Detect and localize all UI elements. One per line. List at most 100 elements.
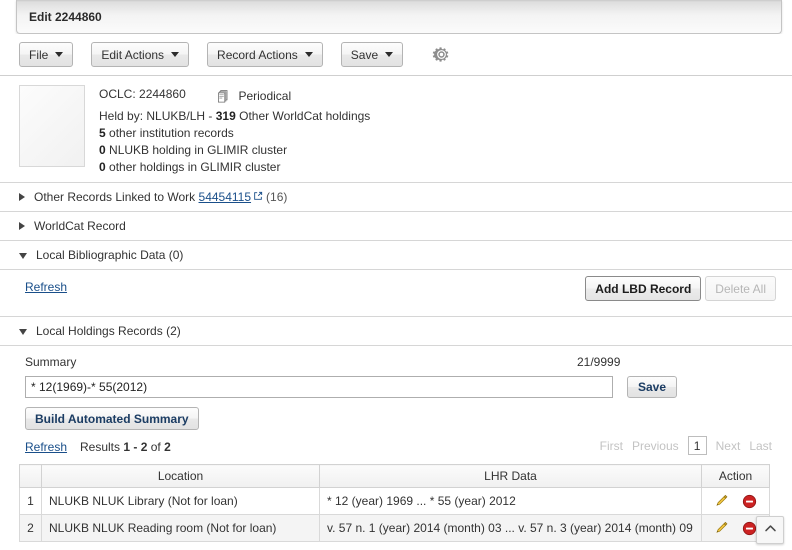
held-by-label: Held by: [99,109,144,123]
row-location: NLUKB NLUK Library (Not for loan) [41,487,320,515]
lbd-refresh-link[interactable]: Refresh [25,280,67,294]
results-middle: of [150,440,161,454]
linked-work-count: (16) [266,190,288,204]
save-menu-label: Save [350,47,379,62]
local-holdings-body: Summary 21/9999 Save Build Automated Sum… [0,353,792,542]
pencil-icon[interactable] [714,493,730,509]
summary-input[interactable] [25,376,613,398]
oclc-line: OCLC: 2244860 Periodical [99,86,370,108]
pagination-next: Next [715,438,741,453]
main-toolbar: File Edit Actions Record Actions Save [0,34,792,76]
column-header-action: Action [701,464,770,488]
row-lhr-data: v. 57 n. 1 (year) 2014 (month) 03 ... v.… [319,514,702,542]
other-institution-count: 5 [99,126,106,140]
summary-header-row: Summary 21/9999 [19,353,776,375]
row-location: NLUKB NLUK Reading room (Not for loan) [41,514,320,542]
chevron-down-icon [171,52,180,57]
oclc-label: OCLC: [99,87,136,101]
edit-actions-menu-button[interactable]: Edit Actions [91,42,190,67]
chevron-up-icon [763,521,778,539]
results-refresh-link[interactable]: Refresh [25,440,67,454]
pagination-previous: Previous [631,438,679,453]
row-lhr-data: * 12 (year) 1969 ... * 55 (year) 2012 [319,487,702,515]
table-row[interactable]: 2 NLUKB NLUK Reading room (Not for loan)… [19,514,770,542]
add-lbd-record-button[interactable]: Add LBD Record [585,276,702,301]
section-local-holdings-records[interactable]: Local Holdings Records (2) [0,317,792,346]
chevron-down-icon [385,52,394,57]
summary-label: Summary [25,355,77,369]
summary-character-counter: 21/9999 [577,355,621,369]
column-header-lhr-data: LHR Data [319,464,702,488]
material-type: Periodical [217,88,291,108]
window-tabstrip: Edit 2244860 [0,0,792,34]
row-number: 1 [19,487,42,515]
glimir-nlukb-count: 0 [99,143,106,157]
save-menu-button[interactable]: Save [340,42,404,67]
tab-edit-record[interactable]: Edit 2244860 [16,0,782,34]
glimir-other-text: other holdings in GLIMIR cluster [109,160,281,174]
file-menu-label: File [29,47,49,62]
section-label-local-bib-data: Local Bibliographic Data (0) [36,248,184,262]
results-range: 1 - 2 [123,440,148,454]
chevron-down-icon [19,329,27,335]
other-holdings-count: 319 [215,109,236,123]
lbd-action-buttons: Add LBD Record Delete All [585,276,776,301]
pagination: First Previous 1 Next Last [600,436,772,455]
summary-input-row: Save [19,375,776,399]
delete-circle-icon[interactable] [742,521,757,536]
glimir-nlukb-text: NLUKB holding in GLIMIR cluster [109,143,288,157]
save-summary-button[interactable]: Save [627,376,678,398]
periodical-icon [217,90,234,106]
local-holdings-table: Location LHR Data Action 1 NLUKB NLUK Li… [19,464,770,542]
local-bib-data-body: Refresh Add LBD Record Delete All [0,270,792,317]
chevron-down-icon [55,52,64,57]
gear-icon[interactable] [430,44,452,66]
record-actions-label: Record Actions [217,47,298,62]
column-header-rownum [19,464,42,488]
section-other-records-linked-to-work[interactable]: Other Records Linked to Work 54454115 (1… [0,183,792,212]
build-automated-summary-button[interactable]: Build Automated Summary [25,407,199,430]
chevron-right-icon [19,193,25,201]
held-by-value: NLUKB/LH - [146,109,213,123]
other-holdings-text: Other WorldCat holdings [239,109,371,123]
chevron-right-icon [19,222,25,230]
scroll-to-top-button[interactable] [756,516,784,544]
build-summary-row: Build Automated Summary [25,407,776,430]
results-total: 2 [164,440,171,454]
pagination-first: First [599,438,623,453]
linked-work-id-link[interactable]: 54454115 [199,190,252,204]
external-link-icon [253,190,263,204]
chevron-down-icon [304,52,313,57]
glimir-nlukb-line: 0 NLUKB holding in GLIMIR cluster [99,142,370,159]
row-number: 2 [19,514,42,542]
tab-title: Edit 2244860 [29,9,102,24]
record-actions-menu-button[interactable]: Record Actions [207,42,323,67]
table-header-row: Location LHR Data Action [19,464,770,488]
other-institution-line: 5 other institution records [99,125,370,142]
glimir-other-line: 0 other holdings in GLIMIR cluster [99,159,370,176]
results-count-text: Results 1 - 2 of 2 [80,440,171,454]
pagination-last: Last [749,438,772,453]
pencil-icon[interactable] [714,520,730,536]
record-summary-block: OCLC: 2244860 Periodical Held by: NLUKB/… [0,76,792,183]
held-by-line: Held by: NLUKB/LH - 319 Other WorldCat h… [99,108,370,125]
delete-circle-icon[interactable] [742,494,757,509]
material-type-label: Periodical [238,89,292,103]
table-row[interactable]: 1 NLUKB NLUK Library (Not for loan) * 12… [19,487,770,515]
oclc-number: 2244860 [139,87,186,101]
section-label-worldcat-record: WorldCat Record [34,219,126,233]
cover-thumbnail-placeholder [19,85,85,167]
section-worldcat-record[interactable]: WorldCat Record [0,212,792,241]
pagination-current-page[interactable]: 1 [687,436,707,455]
section-label-other-records: Other Records Linked to Work [34,190,196,204]
results-prefix: Results [80,440,121,454]
glimir-other-count: 0 [99,160,106,174]
other-institution-text: other institution records [109,126,234,140]
column-header-location: Location [41,464,320,488]
delete-all-lbd-button: Delete All [705,276,776,301]
row-actions [701,487,770,515]
results-toolbar: Refresh Results 1 - 2 of 2 First Previou… [19,436,776,460]
section-local-bibliographic-data[interactable]: Local Bibliographic Data (0) [0,241,792,270]
file-menu-button[interactable]: File [19,42,74,67]
record-info: OCLC: 2244860 Periodical Held by: NLUKB/… [99,85,370,176]
